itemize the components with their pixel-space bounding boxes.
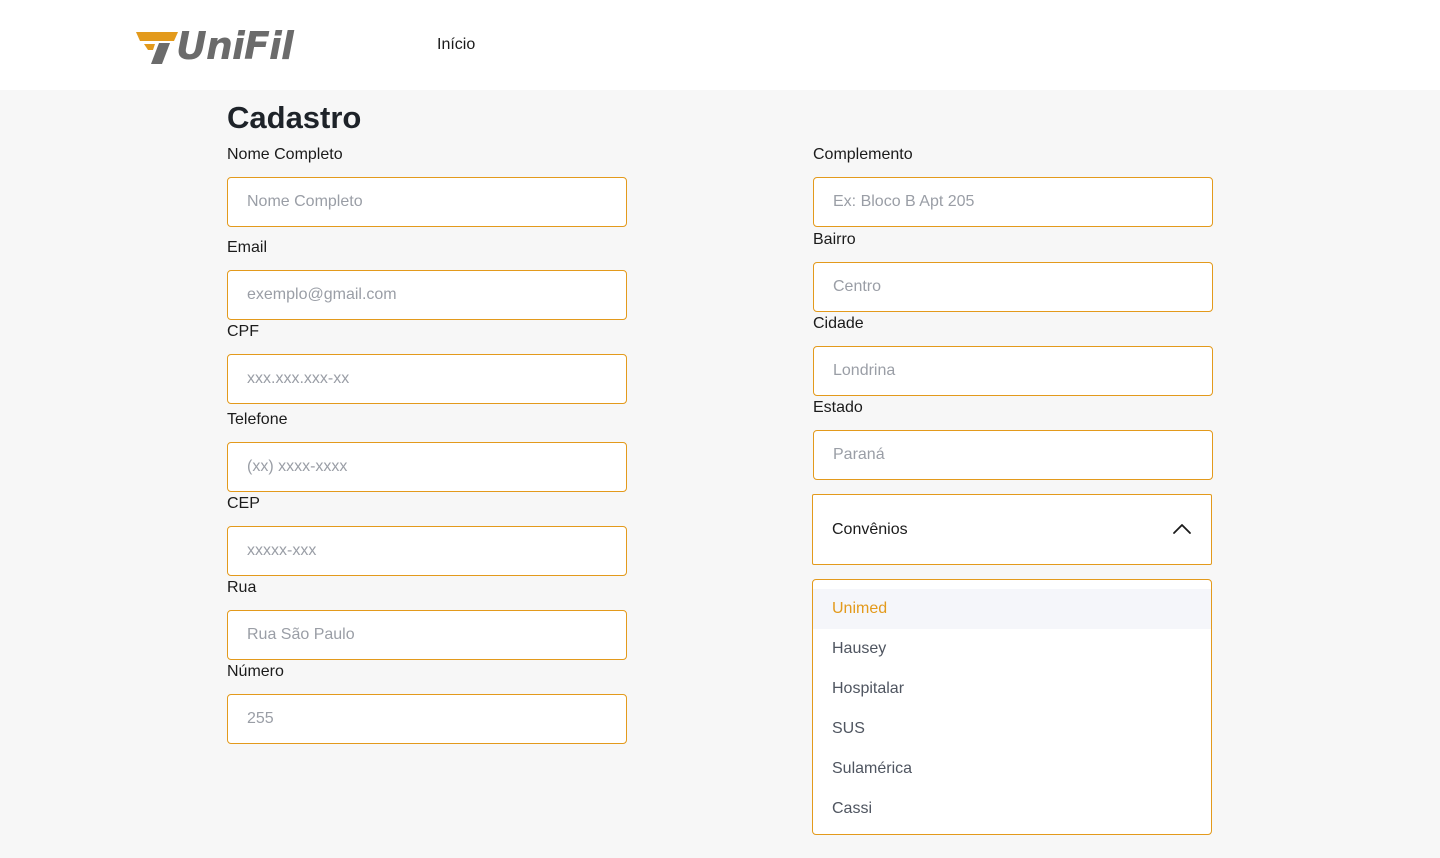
label-cep: CEP [227,495,260,512]
bairro-input[interactable] [813,262,1213,312]
chevron-up-icon[interactable] [1171,521,1193,537]
estado-input[interactable] [813,430,1213,480]
cep-input[interactable] [227,526,627,576]
complemento-input[interactable] [813,177,1213,227]
numero-input[interactable] [227,694,627,744]
label-nome-completo: Nome Completo [227,146,343,163]
telefone-input[interactable] [227,442,627,492]
email-input[interactable] [227,270,627,320]
label-email: Email [227,239,268,256]
cidade-input[interactable] [813,346,1213,396]
cpf-input[interactable] [227,354,627,404]
top-navbar: UniFil Início [0,0,1440,90]
label-numero: Número [227,663,284,680]
convenio-option-hospitalar[interactable]: Hospitalar [813,669,1211,709]
convenio-option-sulamerica[interactable]: Sulamérica [813,749,1211,789]
nav-link-inicio[interactable]: Início [437,35,475,55]
label-bairro: Bairro [813,231,856,248]
nome-completo-input[interactable] [227,177,627,227]
convenios-select-label: Convênios [832,521,908,538]
convenios-dropdown-menu: Unimed Hausey Hospitalar SUS Sulamérica … [812,579,1212,835]
convenio-option-unimed[interactable]: Unimed [813,589,1211,629]
unifil-logo-mark-icon [136,32,178,64]
label-cpf: CPF [227,323,259,340]
rua-input[interactable] [227,610,627,660]
label-cidade: Cidade [813,315,864,332]
label-estado: Estado [813,399,863,416]
convenio-option-cassi[interactable]: Cassi [813,789,1211,829]
convenios-select[interactable]: Convênios [812,494,1212,565]
label-complemento: Complemento [813,146,913,163]
page-title: Cadastro [227,100,362,135]
label-telefone: Telefone [227,411,288,428]
convenio-option-hausey[interactable]: Hausey [813,629,1211,669]
logo-wordmark: UniFil [176,24,294,68]
convenio-option-sus[interactable]: SUS [813,709,1211,749]
unifil-logo[interactable]: UniFil [136,26,316,66]
label-rua: Rua [227,579,257,596]
